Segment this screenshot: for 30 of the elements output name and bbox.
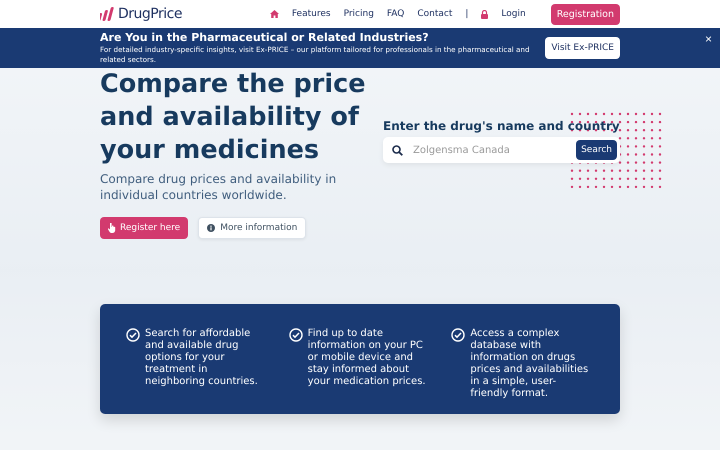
login-link[interactable]: Login — [501, 9, 526, 19]
feature-text: Find up to date information on your PC or mobile device and stay informed about your medication prices. — [308, 328, 427, 388]
lock-icon — [481, 10, 488, 18]
registration-button[interactable]: Registration — [550, 4, 620, 24]
home-icon — [270, 10, 279, 18]
check-circle-icon — [288, 328, 303, 342]
nav-link[interactable]: Contact — [417, 9, 452, 19]
logo-text[interactable]: DrugPrice — [118, 6, 182, 22]
search-button[interactable]: Search — [576, 140, 617, 160]
hand-pointer-icon — [108, 223, 116, 233]
logo-icon — [100, 7, 116, 21]
check-circle-icon — [451, 328, 466, 342]
nav-separator: | — [465, 9, 468, 19]
info-button[interactable]: More information — [198, 217, 306, 239]
close-button[interactable]: × — [704, 32, 712, 46]
info-icon — [207, 224, 216, 232]
hero-heading: Compare the price and availability of your medicines — [100, 68, 367, 167]
check-circle-icon — [126, 328, 140, 342]
banner-title: Are You in the Pharmaceutical or Related Industries? — [100, 31, 430, 44]
search-icon — [392, 144, 403, 156]
search-field[interactable]: Zolgensma Canada Search — [383, 137, 620, 163]
register-button[interactable]: Register here — [100, 217, 188, 239]
nav-link[interactable]: FAQ — [386, 9, 404, 19]
hero-subtitle: Compare drug prices and availability in individual countries worldwide. — [100, 171, 338, 203]
nav-link[interactable]: Pricing — [344, 9, 374, 19]
feature-text: Access a complex database with information on drugs prices and availabilities in a simple, user-friendly format. — [470, 328, 590, 400]
nav-link[interactable]: Features — [292, 9, 331, 19]
visit-button[interactable]: Visit Ex-PRICE — [545, 37, 620, 59]
search-label: Enter the drug's name and country — [383, 119, 620, 133]
feature-text: Search for affordable and available drug options for your treatment in neighboring countries. — [145, 328, 259, 388]
